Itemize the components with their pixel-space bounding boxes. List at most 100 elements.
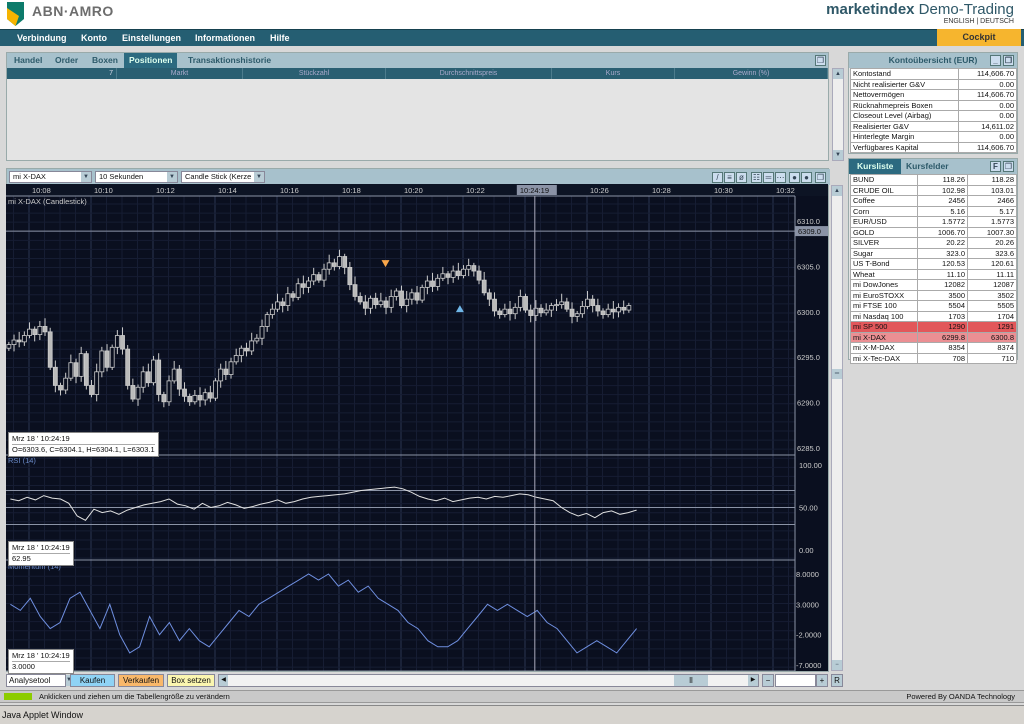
ask-price[interactable]: 1007.30 [967,226,1017,238]
column-kurs[interactable]: Kurs [552,68,675,79]
zoom-in-button[interactable]: + [816,674,828,687]
price-row[interactable]: US T-Bond 120.53 120.61 [850,258,1017,270]
tab-kursfelder[interactable]: Kursfelder [901,159,954,174]
reset-button[interactable]: R [831,674,843,687]
bid-price[interactable]: 5.16 [917,205,968,217]
pane-resize-icon[interactable]: ═ [832,369,842,379]
price-row[interactable]: Corn 5.16 5.17 [850,205,1017,217]
resize-handle[interactable] [4,693,32,700]
tab-handel[interactable]: Handel [9,53,47,68]
restore-window-icon[interactable]: ❐ [1003,161,1014,172]
minimize-icon[interactable]: _ [990,55,1001,66]
price-row[interactable]: Sugar 323.0 323.6 [850,247,1017,259]
bid-price[interactable]: 5504 [917,300,968,312]
ask-price[interactable]: 710 [967,352,1017,364]
ask-price[interactable]: 20.26 [967,237,1017,249]
sell-button[interactable]: Verkaufen [118,674,164,687]
price-row[interactable]: Coffee 2456 2466 [850,195,1017,207]
menu-hilfe[interactable]: Hilfe [270,33,290,43]
zoom-out-icon[interactable]: ● [801,172,812,183]
price-row[interactable]: mi FTSE 100 5504 5505 [850,300,1017,312]
lang-english[interactable]: ENGLISH [944,18,975,25]
column-gewinn[interactable]: Gewinn (%) [675,68,828,79]
ask-price[interactable]: 6300.8 [967,331,1017,343]
menu-konto[interactable]: Konto [81,33,107,43]
price-row[interactable]: EUR/USD 1.5772 1.5773 [850,216,1017,228]
channel-icon[interactable]: ≡ [724,172,735,183]
lang-deutsch[interactable]: DEUTSCH [980,18,1014,25]
ask-price[interactable]: 8374 [967,342,1017,354]
tab-kursliste[interactable]: Kursliste [849,159,902,174]
price-row[interactable]: mi SP 500 1290 1291 [850,321,1017,333]
fibonacci-icon[interactable]: ø [736,172,747,183]
bid-price[interactable]: 2456 [917,195,968,207]
column-count[interactable]: 7 [7,68,117,79]
price-row[interactable]: BUND 118.26 118.28 [850,174,1017,186]
chart-scrollbar[interactable]: ▲ ═ − [831,185,843,671]
price-row[interactable]: SILVER 20.22 20.26 [850,237,1017,249]
restore-window-icon[interactable]: ❐ [815,172,826,183]
ask-price[interactable]: 103.01 [967,184,1017,196]
price-row[interactable]: mi Nasdaq 100 1703 1704 [850,310,1017,322]
ask-price[interactable]: 323.6 [967,247,1017,259]
bid-price[interactable]: 6299.8 [917,331,968,343]
price-row[interactable]: mi X-M-DAX 8354 8374 [850,342,1017,354]
bid-price[interactable]: 118.26 [917,174,968,186]
price-row[interactable]: mi X-Tec-DAX 708 710 [850,352,1017,364]
column-stueckzahl[interactable]: Stückzahl [243,68,386,79]
bid-price[interactable]: 3500 [917,289,968,301]
ask-price[interactable]: 1291 [967,321,1017,333]
chevron-down-icon[interactable]: ▼ [254,172,264,182]
buy-button[interactable]: Kaufen [70,674,115,687]
positions-scrollbar[interactable]: ▲ ▼ [832,68,844,161]
bid-price[interactable]: 1703 [917,310,968,322]
bid-price[interactable]: 20.22 [917,237,968,249]
price-row[interactable]: Wheat 11.10 11.11 [850,268,1017,280]
ask-price[interactable]: 11.11 [967,268,1017,280]
bid-price[interactable]: 102.98 [917,184,968,196]
set-box-button[interactable]: Box setzen [167,674,215,687]
tab-transaktionshistorie[interactable]: Transaktionshistorie [183,53,276,68]
interval-select[interactable]: 10 Sekunden ▼ [95,171,178,183]
bid-price[interactable]: 11.10 [917,268,968,280]
hlines-icon[interactable]: ═ [763,172,774,183]
tab-positionen[interactable]: Positionen [124,53,178,68]
ask-price[interactable]: 5505 [967,300,1017,312]
horizontal-scrollbar[interactable]: ◀ ll ▶ [218,674,759,687]
ask-price[interactable]: 118.28 [967,174,1017,186]
ask-price[interactable]: 12087 [967,279,1017,291]
tab-order[interactable]: Order [50,53,83,68]
bid-price[interactable]: 120.53 [917,258,968,270]
bid-price[interactable]: 12082 [917,279,968,291]
ask-price[interactable]: 120.61 [967,258,1017,270]
price-row[interactable]: mi X-DAX 6299.8 6300.8 [850,331,1017,343]
zoom-out-button[interactable]: − [762,674,774,687]
instrument-select[interactable]: mi X-DAX ▼ [9,171,92,183]
ask-price[interactable]: 3502 [967,289,1017,301]
grid-icon[interactable]: ☷ [751,172,762,183]
ask-price[interactable]: 2466 [967,195,1017,207]
menu-einstellungen[interactable]: Einstellungen [122,33,181,43]
price-row[interactable]: CRUDE OIL 102.98 103.01 [850,184,1017,196]
bid-price[interactable]: 8354 [917,342,968,354]
chevron-down-icon[interactable]: ▼ [81,172,91,182]
price-row[interactable]: mi DowJones 12082 12087 [850,279,1017,291]
bid-price[interactable]: 1006.70 [917,226,968,238]
bid-price[interactable]: 1290 [917,321,968,333]
column-durchschnittspreis[interactable]: Durchschnittspreis [386,68,552,79]
scroll-up-icon[interactable]: ▲ [833,69,843,79]
bid-price[interactable]: 708 [917,352,968,364]
restore-window-icon[interactable]: ❐ [815,55,826,66]
cockpit-button[interactable]: Cockpit [937,29,1021,46]
tab-boxen[interactable]: Boxen [87,53,123,68]
candlestick-chart[interactable]: 10:08 10:10 10:12 10:14 10:16 10:18 10:20 10:22… [6,184,828,671]
ask-price[interactable]: 1704 [967,310,1017,322]
chart-type-select[interactable]: Candle Stick (Kerze ▼ [181,171,265,183]
bid-price[interactable]: 323.0 [917,247,968,259]
scroll-up-icon[interactable]: ▲ [832,186,842,196]
column-markt[interactable]: Markt [117,68,243,79]
scroll-down-icon[interactable]: ▼ [833,150,843,160]
price-row[interactable]: GOLD 1006.70 1007.30 [850,226,1017,238]
ask-price[interactable]: 1.5773 [967,216,1017,228]
restore-window-icon[interactable]: ❐ [1003,55,1014,66]
